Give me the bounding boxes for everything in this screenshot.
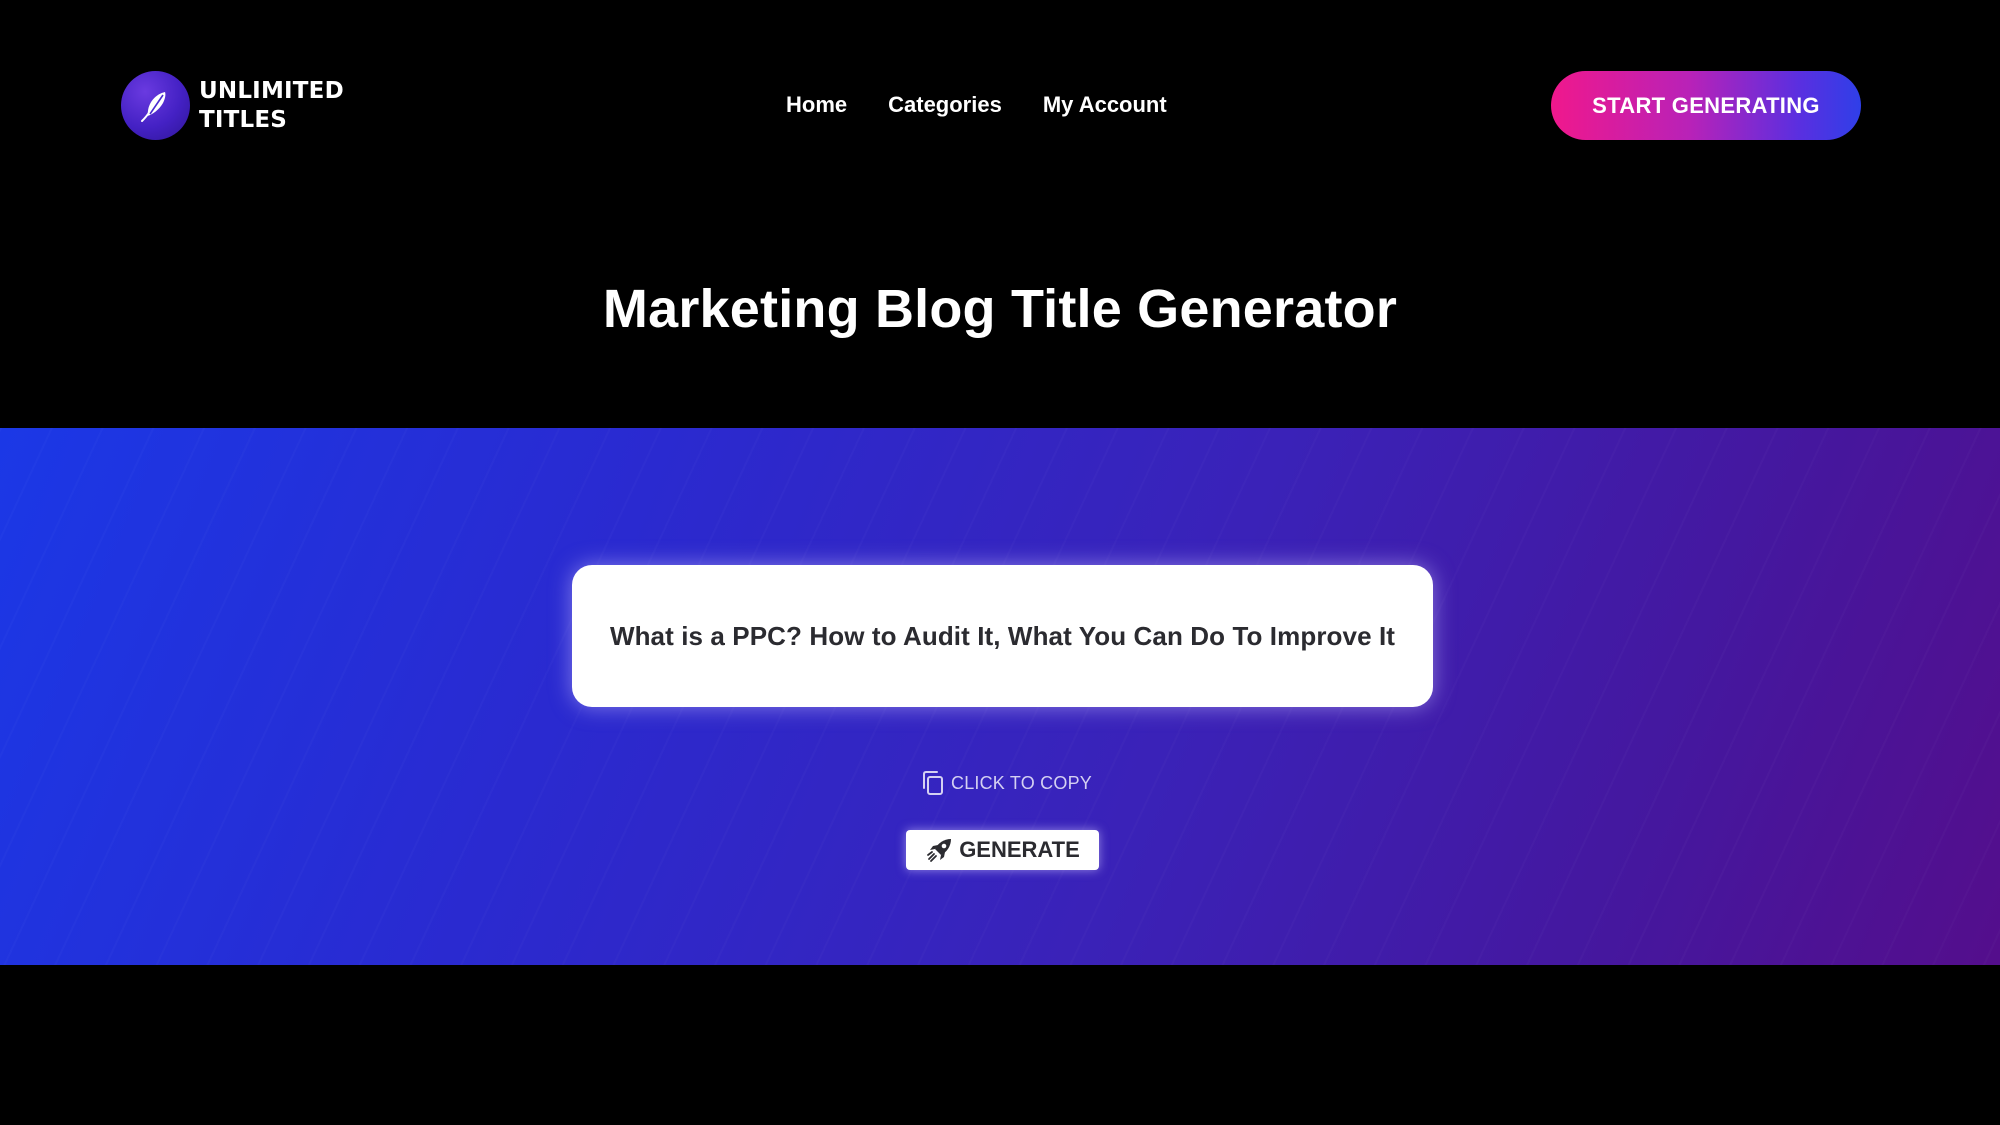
nav-categories[interactable]: Categories — [888, 88, 1002, 122]
copy-label: CLICK TO COPY — [951, 772, 1092, 793]
brand-name-line2: TITLES — [199, 106, 288, 133]
generate-button[interactable]: GENERATE — [906, 830, 1099, 870]
logo-link[interactable]: UNLIMITED TITLES — [121, 71, 344, 140]
site-header: UNLIMITED TITLES Home Categories My Acco… — [0, 0, 2000, 210]
rocket-icon — [927, 839, 952, 862]
generate-label: GENERATE — [959, 837, 1080, 862]
main-nav: Home Categories My Account — [786, 88, 1167, 122]
copy-icon — [923, 771, 943, 795]
brand-name-line1: UNLIMITED — [199, 77, 344, 104]
brand-name: UNLIMITED TITLES — [199, 77, 344, 135]
copy-button[interactable]: CLICK TO COPY — [919, 768, 1092, 798]
generator-section: What is a PPC? How to Audit It, What You… — [0, 428, 2000, 965]
nav-home[interactable]: Home — [786, 88, 847, 122]
feather-icon — [121, 71, 190, 140]
page-title: Marketing Blog Title Generator — [602, 279, 1398, 339]
generated-title-text: What is a PPC? How to Audit It, What You… — [609, 620, 1396, 651]
start-generating-button[interactable]: START GENERATING — [1551, 71, 1861, 140]
page: UNLIMITED TITLES Home Categories My Acco… — [0, 0, 2000, 1125]
generated-title-card[interactable]: What is a PPC? How to Audit It, What You… — [572, 565, 1433, 707]
nav-my-account[interactable]: My Account — [1043, 88, 1167, 122]
